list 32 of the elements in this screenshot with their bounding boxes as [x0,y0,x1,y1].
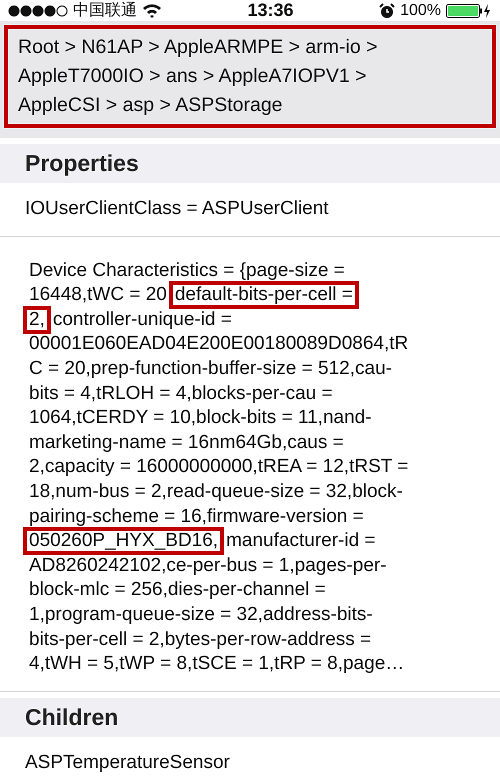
property-text: bits = 4,tRLOH = 4,blocks-per-cau = [28,382,334,406]
breadcrumb-path: Root > N61AP > AppleARMPE > arm-io > AppleT7000IO > ans > AppleA7IOPV1 > AppleCSI > asp > ASPStorage [4,25,496,128]
alarm-clock-icon [379,2,396,18]
property-text: 18,num-bus = 2,read-queue-size = 32,block- [28,480,404,504]
section-header: Children [0,698,500,737]
property-text: 2,capacity = 16000000000,tREA = 12,tRST = [28,455,410,480]
property-text: 16448,tWC = 20 [28,283,168,308]
property-text: marketing-name = 16nm64Gb,caus = [28,430,345,455]
property-text: Device Characteristics = {page-size = [28,258,346,283]
property-text: block-mlc = 256,dies-per-channel = [28,578,327,602]
property-text: 1064,tCERDY = 10,block-bits = 11,nand- [28,406,373,430]
clock-time: 13:36 [246,0,295,21]
property-text: controller-unique-id = [52,308,233,332]
wifi-icon [142,3,162,18]
property-text: bits-per-cell = 2,bytes-per-row-address = [28,628,372,652]
property-text: 00001E060EAD04E200E00180089D0864,tR [28,332,410,356]
property-text: C = 20,prep-function-buffer-size = 512,cau- [28,356,393,381]
battery-charging-icon [446,2,492,18]
property-text: manufacturer-id = [225,529,377,554]
property-text: pairing-scheme = 16,firmware-version = [28,504,365,529]
property-text: AD8260242102,ce-per-bus = 1,pages-per- [28,554,388,578]
battery-percent: 100% [400,2,441,20]
highlighted-text: 050260P_HYX_BD16, [23,527,224,556]
carrier-name: 中国联通 [73,0,137,21]
highlighted-text: 2, [23,306,51,334]
section-header: Properties [0,144,500,183]
signal-icon [8,4,68,16]
property-text: IOUserClientClass = ASPUserClient [25,198,329,219]
property-text: ASPTemperatureSensor [25,752,230,773]
property-text: 4,tWH = 5,tWP = 8,tSCE = 1,tRP = 8,page… [28,652,406,676]
highlighted-text: default-bits-per-cell = [168,281,359,310]
property-text: 1,program-queue-size = 32,address-bits- [28,602,374,627]
